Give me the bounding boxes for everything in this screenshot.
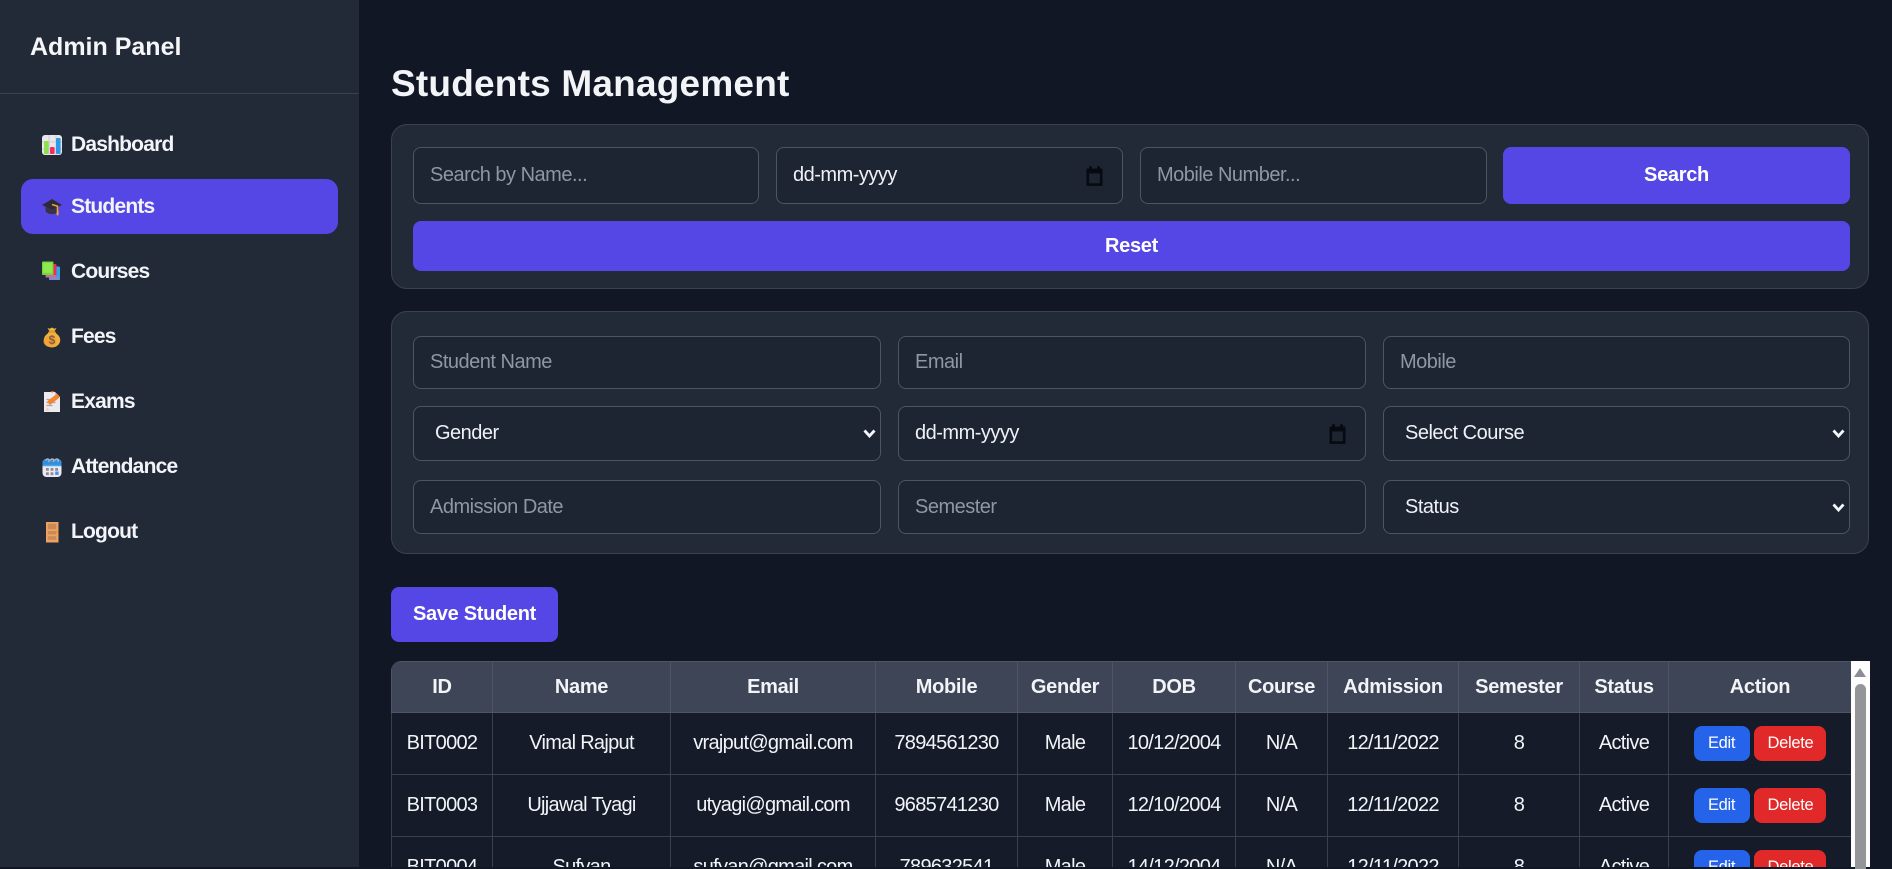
svg-text:$: $	[49, 333, 56, 347]
